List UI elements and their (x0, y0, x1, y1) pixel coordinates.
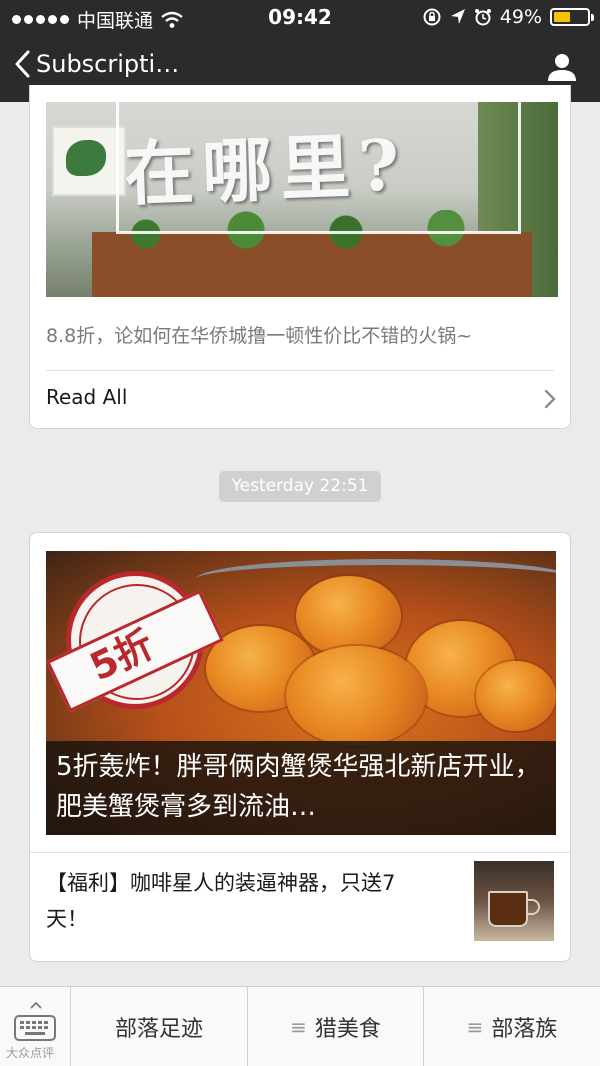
crab-photo (286, 646, 426, 746)
profile-button[interactable] (546, 51, 578, 87)
article-card-latest: 5折 5折轰炸！胖哥俩肉蟹煲华强北新店开业，肥美蟹煲膏多到流油… 【福利】咖啡星… (29, 532, 571, 962)
image-headline: 在哪里? (122, 123, 409, 216)
orientation-lock-icon (423, 8, 441, 26)
article-snippet: 8.8折，论如何在华侨城撸一顿性价比不错的火锅~ (46, 325, 473, 347)
watermark-text: 大众点评 (6, 1046, 55, 1060)
coffee-thumbnail (474, 861, 554, 941)
person-icon (548, 54, 576, 81)
back-label: Subscripti… (36, 50, 180, 78)
menu-item-tribe[interactable]: ≡ 部落族 (424, 987, 600, 1066)
location-arrow-icon (450, 9, 465, 24)
submenu-icon: ≡ (290, 1015, 307, 1039)
status-bar: 中国联通 09:42 49% (0, 0, 600, 36)
main-article-cover[interactable]: 5折 5折轰炸！胖哥俩肉蟹煲华强北新店开业，肥美蟹煲膏多到流油… (46, 551, 556, 835)
menu-item-food[interactable]: ≡ 猎美食 (248, 987, 424, 1066)
submenu-icon: ≡ (466, 1015, 484, 1039)
crab-photo (476, 661, 556, 731)
menu-item-label: 部落族 (491, 1017, 558, 1042)
article-title: 【福利】咖啡星人的装逼神器，只送7天！ (46, 871, 396, 931)
menu-item-label: 部落足迹 (114, 1017, 203, 1042)
caret-up-icon (30, 1001, 42, 1009)
wall-frame (52, 126, 126, 196)
article-cover-image[interactable]: 在哪里? (46, 102, 558, 297)
battery-percent: 49% (499, 6, 542, 28)
menu-item-footprints[interactable]: 部落足迹 (71, 987, 248, 1066)
read-all-button[interactable]: Read All (30, 371, 570, 428)
read-all-label: Read All (46, 385, 128, 409)
chevron-right-icon (544, 389, 556, 409)
back-button[interactable]: Subscripti… (14, 50, 179, 78)
menu-item-label: 猎美食 (314, 1017, 381, 1042)
battery-fill (554, 12, 570, 22)
main-article-title: 5折轰炸！胖哥俩肉蟹煲华强北新店开业，肥美蟹煲膏多到流油… (56, 752, 541, 822)
chevron-left-icon (15, 50, 30, 78)
article-list-item[interactable]: 【福利】咖啡星人的装逼神器，只送7天！ (30, 853, 570, 961)
alarm-icon (474, 9, 491, 26)
timestamp-badge: Yesterday 22:51 (219, 471, 381, 502)
article-card-previous[interactable]: 在哪里? 8.8折，论如何在华侨城撸一顿性价比不错的火锅~ Read All (29, 85, 571, 429)
battery-icon (550, 8, 594, 26)
status-right: 49% (422, 6, 594, 28)
crab-photo (296, 576, 401, 656)
keyboard-icon (14, 1015, 56, 1041)
custom-menu-bar: 部落足迹 ≡ 猎美食 ≡ 部落族 (0, 986, 600, 1066)
title-overlay: 5折轰炸！胖哥俩肉蟹煲华强北新店开业，肥美蟹煲膏多到流油… (46, 741, 556, 835)
